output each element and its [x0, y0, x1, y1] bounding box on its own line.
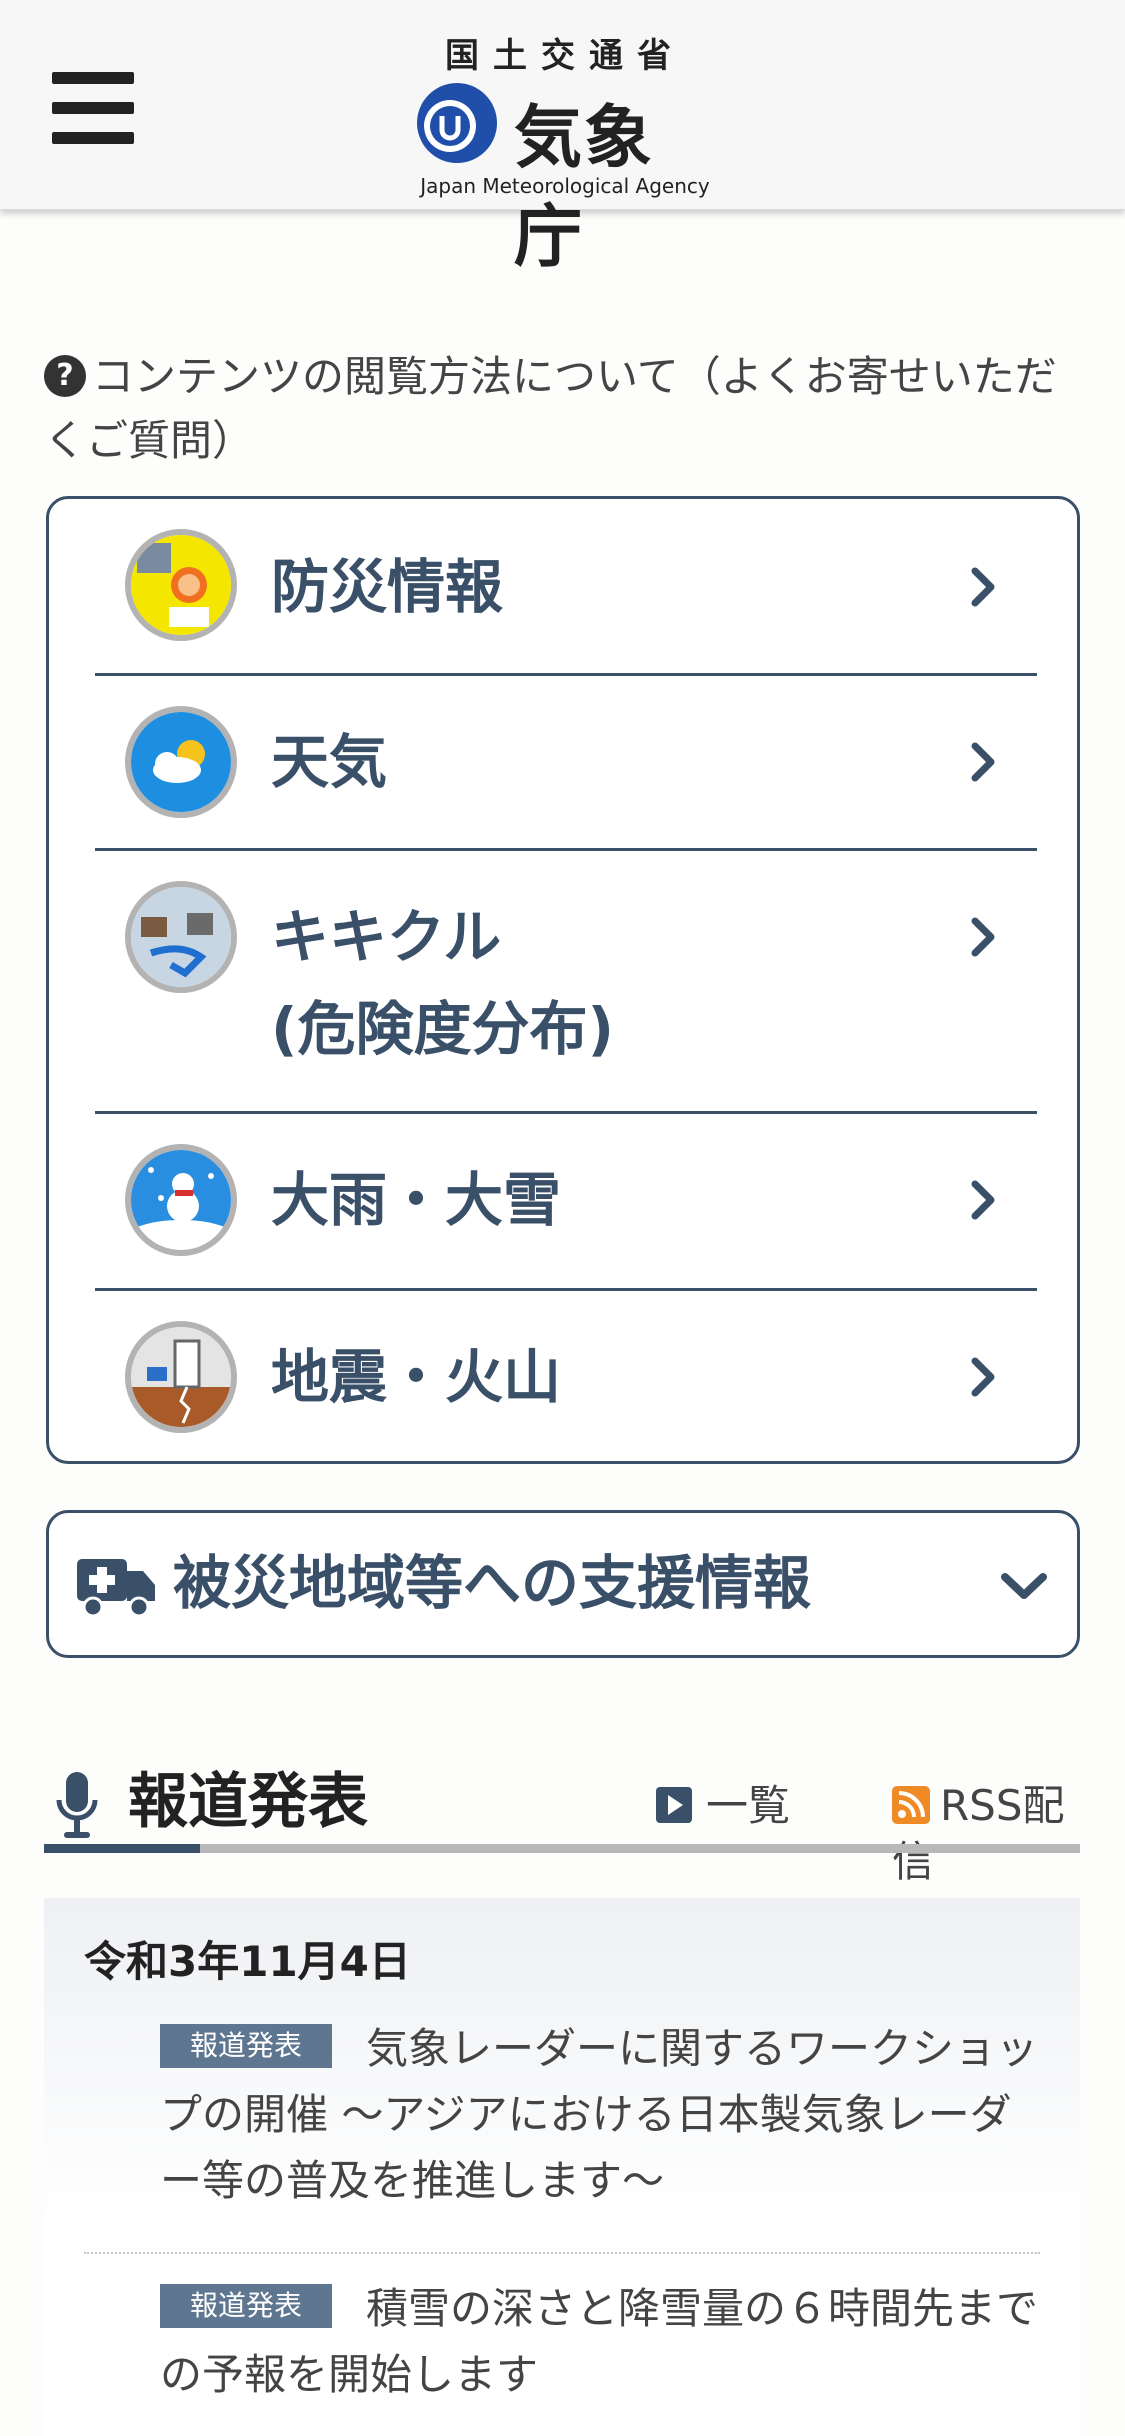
faq-link[interactable]: ? コンテンツの閲覧方法について（よくお寄せいただくご質問）: [44, 345, 1074, 473]
rss-link[interactable]: RSS配信: [892, 1778, 1080, 1890]
press-release-title: 報道発表: [128, 1767, 368, 1837]
news-item[interactable]: 報道発表 積雪の深さと降雪量の６時間先までの予報を開始します: [84, 2276, 1040, 2408]
news-item[interactable]: 報道発表 気象レーダーに関するワークショップの開催 ～アジアにおける日本製気象レー…: [84, 2016, 1040, 2214]
menu-label-disaster: 防災情報: [271, 553, 504, 621]
chevron-right-icon: [971, 567, 995, 607]
site-logo[interactable]: 国土交通省 気象庁 Japan Meteorological Agency: [410, 28, 720, 277]
microphone-icon: [56, 1772, 98, 1838]
menu-label-rain-snow: 大雨・大雪: [271, 1166, 562, 1234]
play-icon: [656, 1786, 692, 1823]
press-date: 令和3年11月4日: [84, 1937, 411, 1986]
chevron-right-icon: [971, 1357, 995, 1397]
hamburger-icon[interactable]: [52, 72, 134, 144]
jma-emblem-icon: [417, 83, 497, 163]
press-list-label: 一覧: [706, 1781, 791, 1830]
menu-item-weather[interactable]: 天気: [95, 676, 1037, 851]
site-header: 国土交通省 気象庁 Japan Meteorological Agency: [0, 0, 1125, 277]
chevron-right-icon: [971, 917, 995, 957]
press-release-header: 報道発表 一覧 RSS配信: [44, 1760, 1080, 1886]
menu-label-weather: 天気: [271, 728, 388, 796]
faq-text: コンテンツの閲覧方法について（よくお寄せいただくご質問）: [44, 352, 1057, 465]
support-info-label: 被災地域等への支援情報: [173, 1549, 812, 1617]
earthquake-volcano-icon: [125, 1321, 237, 1433]
agency-name-en: Japan Meteorological Agency: [420, 174, 710, 198]
chevron-right-icon: [971, 742, 995, 782]
support-info-toggle[interactable]: 被災地域等への支援情報: [46, 1510, 1080, 1658]
disaster-info-icon: [125, 529, 237, 641]
menu-item-rain-snow[interactable]: 大雨・大雪: [95, 1114, 1037, 1291]
news-divider: [84, 2252, 1040, 2254]
press-tab-bar: [44, 1844, 1080, 1853]
main-menu: 防災情報 天気 キキクル (危険度分布) 大雨・大雪 地震・火山: [46, 496, 1080, 1464]
press-release-list: 令和3年11月4日 報道発表 気象レーダーに関するワークショップの開催 ～アジアに…: [44, 1898, 1080, 2436]
menu-item-earthquake[interactable]: 地震・火山: [95, 1291, 1037, 1461]
weather-icon: [125, 706, 237, 818]
menu-label-kikikuru-sub: (危険度分布): [271, 995, 615, 1063]
press-tab-active: [44, 1844, 200, 1853]
chevron-down-icon: [1001, 1573, 1047, 1599]
question-circle-icon: ?: [44, 354, 86, 397]
press-list-link[interactable]: 一覧: [656, 1778, 790, 1834]
rss-icon: [892, 1785, 930, 1824]
rain-snow-icon: [125, 1144, 237, 1256]
news-tag: 報道発表: [160, 2283, 333, 2328]
ministry-name: 国土交通省: [445, 36, 685, 76]
news-tag: 報道発表: [160, 2023, 333, 2068]
menu-item-kikikuru[interactable]: キキクル (危険度分布): [95, 851, 1037, 1114]
menu-item-disaster[interactable]: 防災情報: [95, 499, 1037, 676]
chevron-right-icon: [971, 1180, 995, 1220]
menu-label-earthquake: 地震・火山: [271, 1343, 562, 1411]
kikikuru-icon: [125, 881, 237, 993]
menu-label-kikikuru: キキクル: [271, 903, 502, 971]
truck-icon: [77, 1559, 155, 1617]
